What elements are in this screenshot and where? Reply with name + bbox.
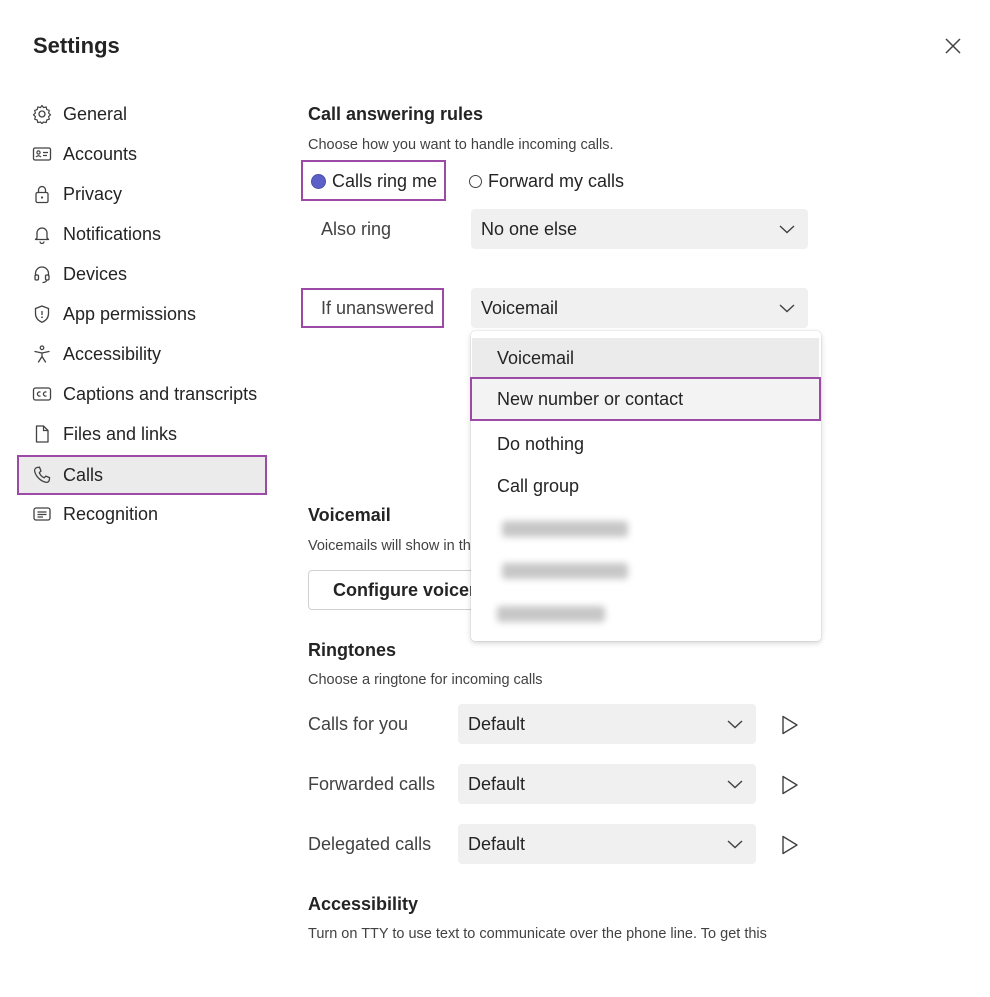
option-label: New number or contact (497, 388, 684, 409)
sidebar-item-devices[interactable]: Devices (18, 255, 266, 293)
redacted-text (502, 521, 628, 537)
option-redacted-contact[interactable] (472, 551, 819, 591)
if-unanswered-label: If unanswered (321, 298, 435, 318)
play-ringtone-button[interactable] (778, 713, 802, 737)
sidebar-item-privacy[interactable]: Privacy (18, 175, 266, 213)
sidebar-item-label: Files and links (63, 423, 178, 444)
select-value: Default (468, 833, 526, 854)
sidebar-item-notifications[interactable]: Notifications (18, 215, 266, 253)
option-do-nothing[interactable]: Do nothing (472, 424, 819, 464)
sidebar-item-general[interactable]: General (18, 95, 266, 133)
ringtone-row-label: Delegated calls (308, 834, 432, 854)
accessibility-description: Turn on TTY to use text to communicate o… (308, 926, 767, 942)
sidebar-item-label: General (63, 103, 128, 124)
radio-calls-ring-me[interactable]: Calls ring me (311, 171, 437, 192)
calls-for-you-ringtone-select[interactable]: Default (458, 704, 756, 744)
also-ring-select[interactable]: No one else (471, 209, 808, 249)
id-card-icon (31, 143, 53, 165)
chevron-down-icon (779, 304, 795, 313)
select-value: Voicemail (481, 297, 559, 318)
ringtone-row-label: Calls for you (308, 714, 409, 734)
sidebar-item-app-permissions[interactable]: App permissions (18, 295, 266, 333)
radio-selected-indicator[interactable] (311, 174, 326, 189)
option-label: Call group (497, 475, 580, 496)
redacted-text (497, 606, 605, 622)
close-button[interactable] (940, 33, 966, 59)
sidebar-item-label: Accounts (63, 143, 138, 164)
call-rules-description: Choose how you want to handle incoming c… (308, 137, 614, 153)
recognition-icon (31, 503, 53, 525)
chevron-down-icon (779, 225, 795, 234)
sidebar-item-label: App permissions (63, 303, 197, 324)
option-call-group[interactable]: Call group (472, 466, 819, 506)
configure-voicemail-button[interactable]: Configure voicem (308, 570, 478, 610)
play-icon[interactable] (778, 833, 802, 857)
chevron-down-icon (727, 840, 743, 849)
accessibility-heading: Accessibility (308, 894, 419, 914)
gear-icon (31, 103, 53, 125)
sidebar-item-files[interactable]: Files and links (18, 415, 266, 453)
radio-label: Calls ring me (332, 171, 438, 191)
also-ring-label: Also ring (321, 219, 392, 239)
if-unanswered-select[interactable]: Voicemail (471, 288, 808, 328)
option-redacted-contact[interactable] (472, 594, 819, 634)
ringtone-row-label: Forwarded calls (308, 774, 436, 794)
chevron-down-icon (727, 720, 743, 729)
ringtones-description: Choose a ringtone for incoming calls (308, 672, 543, 688)
option-label: Voicemail (497, 347, 575, 368)
call-rules-heading: Call answering rules (308, 104, 484, 124)
sidebar-item-accessibility[interactable]: Accessibility (18, 335, 266, 373)
play-ringtone-button[interactable] (778, 773, 802, 797)
sidebar-item-label: Devices (63, 263, 128, 284)
close-icon[interactable] (940, 33, 966, 59)
button-label: Configure voicem (333, 579, 478, 600)
option-voicemail[interactable]: Voicemail (472, 338, 819, 378)
sidebar-item-label: Notifications (63, 223, 162, 244)
page-title: Settings (33, 33, 120, 58)
shield-icon (31, 303, 53, 325)
play-icon[interactable] (778, 713, 802, 737)
bell-icon (31, 223, 53, 245)
phone-icon (31, 464, 53, 486)
sidebar-item-label: Calls (63, 464, 104, 485)
select-value: Default (468, 773, 526, 794)
document-icon (31, 423, 53, 445)
sidebar-item-label: Captions and transcripts (63, 383, 258, 404)
sidebar-item-label: Recognition (63, 503, 159, 524)
chevron-down-icon (727, 780, 743, 789)
radio-unselected-indicator[interactable] (469, 175, 482, 188)
sidebar-item-accounts[interactable]: Accounts (18, 135, 266, 173)
sidebar-item-recognition[interactable]: Recognition (18, 495, 266, 533)
unanswered-dropdown-menu: Voicemail New number or contact Do nothi… (470, 331, 821, 641)
forwarded-calls-ringtone-select[interactable]: Default (458, 764, 756, 804)
redacted-text (502, 563, 628, 579)
lock-icon (31, 183, 53, 205)
voicemail-description: Voicemails will show in th (308, 538, 471, 554)
play-ringtone-button[interactable] (778, 833, 802, 857)
radio-label: Forward my calls (488, 171, 625, 191)
select-value: No one else (481, 218, 578, 239)
sidebar-item-label: Privacy (63, 183, 123, 204)
select-value: Default (468, 713, 526, 734)
cc-icon (31, 383, 53, 405)
voicemail-heading: Voicemail (308, 505, 391, 525)
option-new-number-or-contact[interactable]: New number or contact (470, 377, 821, 421)
sidebar-item-captions[interactable]: Captions and transcripts (18, 375, 266, 413)
play-icon[interactable] (778, 773, 802, 797)
sidebar-item-label: Accessibility (63, 343, 162, 364)
option-label: Do nothing (497, 433, 585, 454)
delegated-calls-ringtone-select[interactable]: Default (458, 824, 756, 864)
accessibility-icon (31, 343, 53, 365)
radio-forward-my-calls[interactable]: Forward my calls (469, 171, 624, 192)
headset-icon (31, 263, 53, 285)
ringtones-heading: Ringtones (308, 640, 396, 660)
option-redacted-contact[interactable] (472, 509, 819, 549)
sidebar-item-calls[interactable]: Calls (17, 455, 267, 495)
